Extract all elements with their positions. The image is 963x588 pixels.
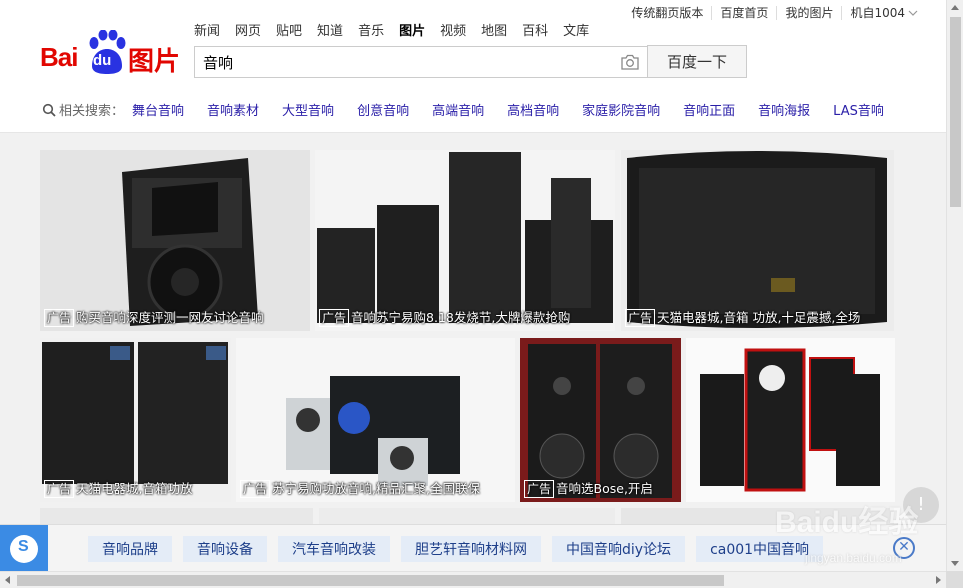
search-box <box>194 46 648 78</box>
top-nav-item[interactable]: 贴吧 <box>276 20 302 39</box>
result-image[interactable]: 广告 天猫电器城,音箱功放 <box>40 338 231 502</box>
result-image[interactable]: 广告 天猫电器城,音箱 功放,十足震撼,全场 <box>621 150 894 331</box>
related-search-link[interactable]: LAS音响 <box>833 100 884 119</box>
bottom-tag[interactable]: 音响品牌 <box>88 536 172 562</box>
result-image[interactable] <box>686 338 895 502</box>
related-search-link[interactable]: 创意音响 <box>357 100 409 119</box>
related-search-link[interactable]: 音响正面 <box>683 100 735 119</box>
result-image[interactable]: 广告 音响苏宁易购8.18发烧节,大牌爆款抢购 <box>315 150 615 331</box>
sogou-icon[interactable]: S <box>0 525 48 572</box>
scrollbar-corner <box>946 571 963 588</box>
top-nav-item[interactable]: 视频 <box>440 20 466 39</box>
top-nav-item[interactable]: 百科 <box>522 20 548 39</box>
caption-text: 苏宁易购功放音响,精品汇聚,全国联保 <box>272 481 480 496</box>
search-button[interactable]: 百度一下 <box>647 45 747 78</box>
ad-badge: 广告 <box>625 309 656 327</box>
related-search-link[interactable]: 音响海报 <box>758 100 810 119</box>
classic-pagination-link[interactable]: 传统翻页版本 <box>623 6 711 20</box>
speaker-image <box>315 150 615 331</box>
top-nav-item[interactable]: 新闻 <box>194 20 220 39</box>
top-nav-item[interactable]: 网页 <box>235 20 261 39</box>
camera-icon[interactable] <box>621 54 639 70</box>
ad-badge: 广告 <box>44 309 75 327</box>
related-search-link[interactable]: 舞台音响 <box>132 100 184 119</box>
caption-text: 天猫电器城,音箱功放 <box>76 481 193 496</box>
horizontal-scrollbar[interactable] <box>0 571 946 588</box>
related-label: 相关搜索： <box>59 104 125 119</box>
result-caption: 广告 音响苏宁易购8.18发烧节,大牌爆款抢购 <box>319 307 611 327</box>
logo-pic: 图片 <box>128 47 181 77</box>
scroll-left-arrow[interactable] <box>5 576 10 584</box>
baidu-home-link[interactable]: 百度首页 <box>711 6 776 20</box>
user-menu[interactable]: 机自1004 <box>841 6 926 20</box>
scroll-right-arrow[interactable] <box>936 576 941 584</box>
top-nav-item[interactable]: 文库 <box>563 20 589 39</box>
vertical-scrollbar[interactable] <box>946 0 963 571</box>
logo-du: du <box>93 52 112 69</box>
top-links: 传统翻页版本 百度首页 我的图片 机自1004 <box>623 6 926 20</box>
search-input[interactable] <box>195 47 605 77</box>
related-search-link[interactable]: 高端音响 <box>432 100 484 119</box>
search-icon <box>42 103 56 117</box>
top-nav-item[interactable]: 图片 <box>399 20 425 39</box>
ad-badge: 广告 <box>524 480 555 498</box>
result-image[interactable]: 广告 苏宁易购功放音响,精品汇聚,全国联保 <box>236 338 515 502</box>
top-nav: 新闻 网页 贴吧 知道 音乐 图片 视频 地图 百科 文库 <box>194 20 604 39</box>
related-searches: 相关搜索： 舞台音响 音响素材 大型音响 创意音响 高端音响 高档音响 家庭影院音响 音响正面… <box>42 100 907 119</box>
top-nav-item[interactable]: 地图 <box>481 20 507 39</box>
bottom-tags: 音响品牌 音响设备 汽车音响改装 胆艺轩音响材料网 中国音响diy论坛 ca001中国音响 <box>88 536 834 562</box>
top-nav-item[interactable]: 知道 <box>317 20 343 39</box>
ad-badge: 广告 <box>240 480 271 498</box>
related-items: 舞台音响 音响素材 大型音响 创意音响 高端音响 高档音响 家庭影院音响 音响正面 音响海报 LA… <box>132 100 907 119</box>
result-caption: 广告 音响选Bose,开启 <box>524 478 677 498</box>
result-caption: 广告 天猫电器城,音箱 功放,十足震撼,全场 <box>625 307 890 327</box>
speaker-image <box>621 150 894 331</box>
username: 机自1004 <box>850 6 905 20</box>
caption-text: 购买音响深度评测一网友讨论音响 <box>76 310 264 325</box>
caption-text: 音响苏宁易购8.18发烧节,大牌爆款抢购 <box>351 310 571 325</box>
baidu-images-logo[interactable]: Bai du 图片 <box>40 28 181 77</box>
caption-text: 音响选Bose,开启 <box>556 481 653 496</box>
bottom-related-bar: S 音响品牌 音响设备 汽车音响改装 胆艺轩音响材料网 中国音响diy论坛 ca001中国… <box>0 524 946 572</box>
horizontal-scroll-thumb[interactable] <box>17 575 724 586</box>
bottom-tag[interactable]: ca001中国音响 <box>696 536 824 562</box>
bottom-tag[interactable]: 中国音响diy论坛 <box>552 536 686 562</box>
chevron-down-icon <box>908 10 918 16</box>
vertical-scroll-thumb[interactable] <box>950 17 961 207</box>
logo-bai: Bai <box>40 42 78 72</box>
result-image[interactable]: 广告 音响选Bose,开启 <box>520 338 681 502</box>
related-search-link[interactable]: 大型音响 <box>282 100 334 119</box>
my-images-link[interactable]: 我的图片 <box>776 6 841 20</box>
related-search-link[interactable]: 音响素材 <box>207 100 259 119</box>
bottom-tag[interactable]: 胆艺轩音响材料网 <box>401 536 541 562</box>
header: Bai du 图片 新闻 网页 贴吧 知道 音乐 图片 视频 地图 百科 文库 传统翻页版本 百度… <box>0 0 946 133</box>
speaker-image <box>40 150 310 331</box>
related-search-link[interactable]: 家庭影院音响 <box>582 100 660 119</box>
bottom-tag[interactable]: 音响设备 <box>183 536 267 562</box>
result-caption: 广告 苏宁易购功放音响,精品汇聚,全国联保 <box>240 478 511 498</box>
caption-text: 天猫电器城,音箱 功放,十足震撼,全场 <box>657 310 861 325</box>
result-caption: 广告 购买音响深度评测一网友讨论音响 <box>44 307 306 327</box>
ad-badge: 广告 <box>319 309 350 327</box>
scroll-up-arrow[interactable] <box>951 5 959 10</box>
close-icon[interactable]: ✕ <box>893 537 915 559</box>
related-search-link[interactable]: 高档音响 <box>507 100 559 119</box>
bottom-tag[interactable]: 汽车音响改装 <box>278 536 390 562</box>
speaker-image <box>686 338 895 502</box>
result-caption: 广告 天猫电器城,音箱功放 <box>44 478 227 498</box>
scroll-down-arrow[interactable] <box>951 561 959 566</box>
feedback-button[interactable]: ! <box>903 487 939 523</box>
top-nav-item[interactable]: 音乐 <box>358 20 384 39</box>
ad-badge: 广告 <box>44 480 75 498</box>
result-image[interactable]: 广告 购买音响深度评测一网友讨论音响 <box>40 150 310 331</box>
